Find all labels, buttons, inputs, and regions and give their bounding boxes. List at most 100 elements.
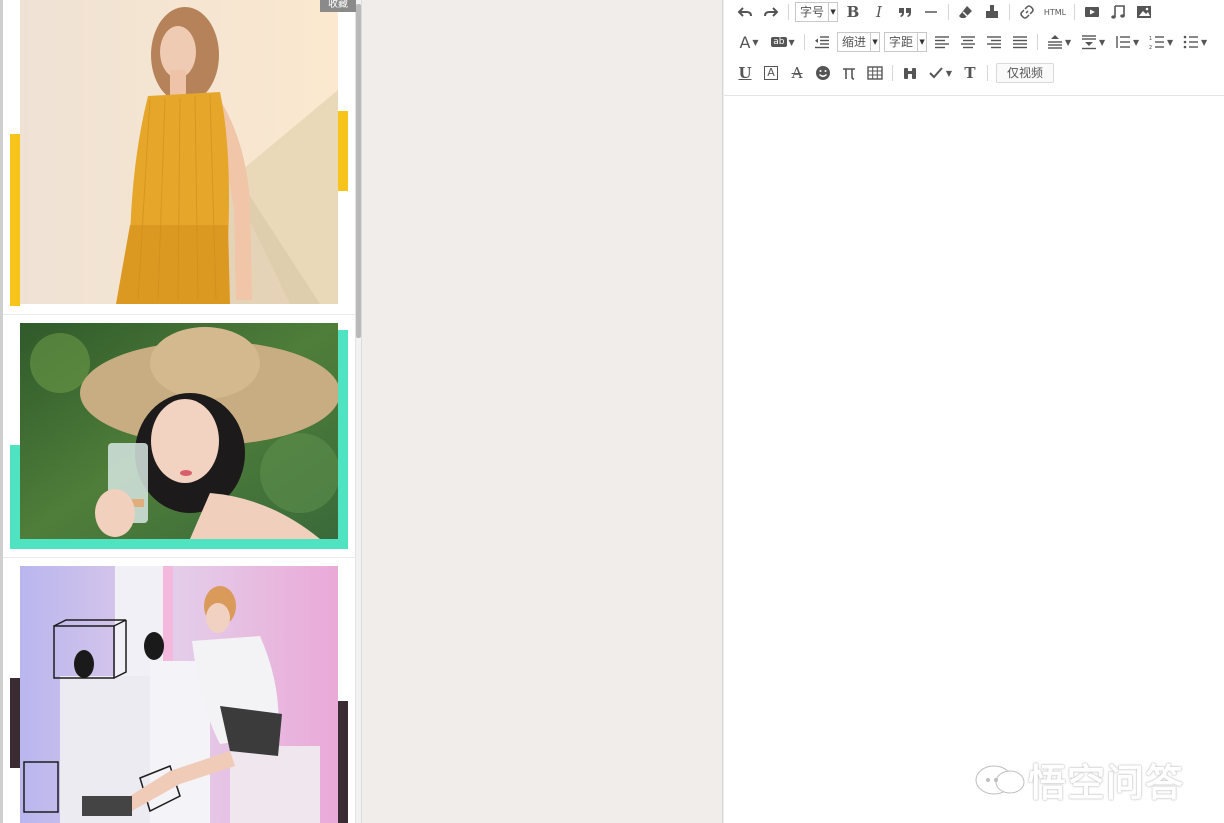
letter-spacing-select[interactable]: 字距 ▼ [884,32,928,52]
toolbar-separator [1074,4,1076,20]
template-card-1[interactable] [3,0,355,312]
caret-down-icon: ▼ [788,37,795,47]
caret-down-icon: ▼ [828,3,837,21]
indent-select[interactable]: 缩进 ▼ [837,32,881,52]
quote-button[interactable] [892,1,918,23]
toolbar-separator [948,4,950,20]
app-root: 收藏 字号 ▼ B I HTML A ▼ ab ▼ 缩进 ▼ 字距 ▼ ▼ ▼ … [0,0,1224,823]
music-icon [1111,5,1125,19]
search-replace-button[interactable] [897,62,923,84]
align-justify-button[interactable] [1007,31,1033,53]
toolbar-row-1: 字号 ▼ B I HTML [732,0,1157,24]
template-scrollbar-thumb[interactable] [356,4,361,338]
indent-label: 缩进 [842,35,867,49]
video-only-button[interactable]: 仅视频 [996,63,1055,83]
italic-button[interactable]: I [866,1,892,23]
image-icon [1137,6,1152,18]
insert-video-button[interactable] [1079,1,1105,23]
align-left-button[interactable] [929,31,955,53]
clear-format-text-button[interactable]: T [957,62,983,84]
toolbar-row-3: U A A ▼ T 仅视频 [732,61,1055,85]
dark-accent-bar-right [338,701,348,823]
underline-icon: U [738,64,752,82]
chat-bubble-logo-icon [975,765,1025,794]
outdent-icon [815,36,829,49]
toolbar-separator [892,65,893,81]
rich-text-editor: 字号 ▼ B I HTML A ▼ ab ▼ 缩进 ▼ 字距 ▼ ▼ ▼ ▼ 1… [724,0,1224,823]
redo-button[interactable] [758,1,784,23]
workspace-gap [362,0,723,823]
table-icon [867,66,883,80]
spacing-before-button[interactable]: ▼ [1042,31,1076,53]
toolbar-separator [788,4,789,20]
format-painter-button[interactable] [979,1,1005,23]
text-border-icon: A [764,66,778,80]
html-source-button[interactable]: HTML [1040,1,1070,23]
video-icon [1085,7,1100,17]
template-card-3[interactable] [3,562,355,823]
font-color-button[interactable]: A ▼ [732,31,766,53]
italic-icon: I [876,3,882,21]
strikethrough-button[interactable]: A [784,62,810,84]
ordered-list-icon: 12 [1149,36,1164,50]
align-right-icon [987,36,1002,49]
collect-badge[interactable]: 收藏 [320,0,356,12]
card-divider [3,557,355,558]
line-height-button[interactable]: ▼ [1110,31,1144,53]
caret-down-icon: ▼ [870,33,879,51]
editor-toolbar: 字号 ▼ B I HTML A ▼ ab ▼ 缩进 ▼ 字距 ▼ ▼ ▼ ▼ 1… [724,0,1224,96]
horizontal-rule-button[interactable] [918,1,944,23]
caret-down-icon: ▼ [1166,37,1174,47]
eraser-icon [959,6,973,18]
highlight-color-button[interactable]: ab ▼ [766,31,800,53]
card-divider [3,314,355,315]
undo-icon [737,7,752,17]
caret-down-icon: ▼ [752,37,759,47]
dark-accent-bar-left [10,678,20,768]
outdent-button[interactable] [809,31,835,53]
spellcheck-button[interactable]: ▼ [923,62,957,84]
toolbar-separator [1037,34,1039,50]
spacing-after-button[interactable]: ▼ [1076,31,1110,53]
insert-music-button[interactable] [1105,1,1131,23]
checkmark-icon [929,67,943,79]
bold-button[interactable]: B [840,1,866,23]
wukong-watermark: 悟空问答 [972,752,1184,807]
teal-accent-bar-right [338,330,348,549]
link-icon [1020,5,1034,19]
caret-down-icon: ▼ [1098,37,1106,47]
quote-icon [899,8,912,17]
format-painter-icon [986,5,999,18]
horizontal-rule-icon [925,11,938,13]
line-height-icon [1116,36,1130,48]
ordered-list-button[interactable]: 1 2 ▼ [1144,31,1178,53]
editor-content-area[interactable] [724,96,1224,823]
text-border-button[interactable]: A [758,62,784,84]
unordered-list-button[interactable]: ▼ [1178,31,1212,53]
template-card-2[interactable] [3,318,355,556]
html-label: HTML [1043,7,1067,17]
yellow-accent-bar-left [10,134,20,306]
emoji-button[interactable] [810,62,836,84]
paragraph-spacing-top-icon [1047,35,1062,49]
align-center-button[interactable] [955,31,981,53]
font-size-select[interactable]: 字号 ▼ [795,2,839,22]
caret-down-icon: ▼ [1200,37,1208,47]
redo-icon [764,7,779,17]
eraser-button[interactable] [953,1,979,23]
align-right-button[interactable] [981,31,1007,53]
caret-down-icon: ▼ [917,33,926,51]
watermark-text: 悟空问答 [1028,761,1185,805]
link-button[interactable] [1014,1,1040,23]
align-left-icon [935,36,950,49]
strikethrough-icon: A [791,64,803,82]
caret-down-icon: ▼ [1132,37,1140,47]
undo-button[interactable] [732,1,758,23]
toolbar-separator [987,65,988,81]
underline-button[interactable]: U [732,62,758,84]
insert-image-button[interactable] [1131,1,1157,23]
bold-icon: B [846,3,860,21]
formula-button[interactable] [836,62,862,84]
table-button[interactable] [862,62,888,84]
fashion-photo-straw-hat [20,323,338,539]
